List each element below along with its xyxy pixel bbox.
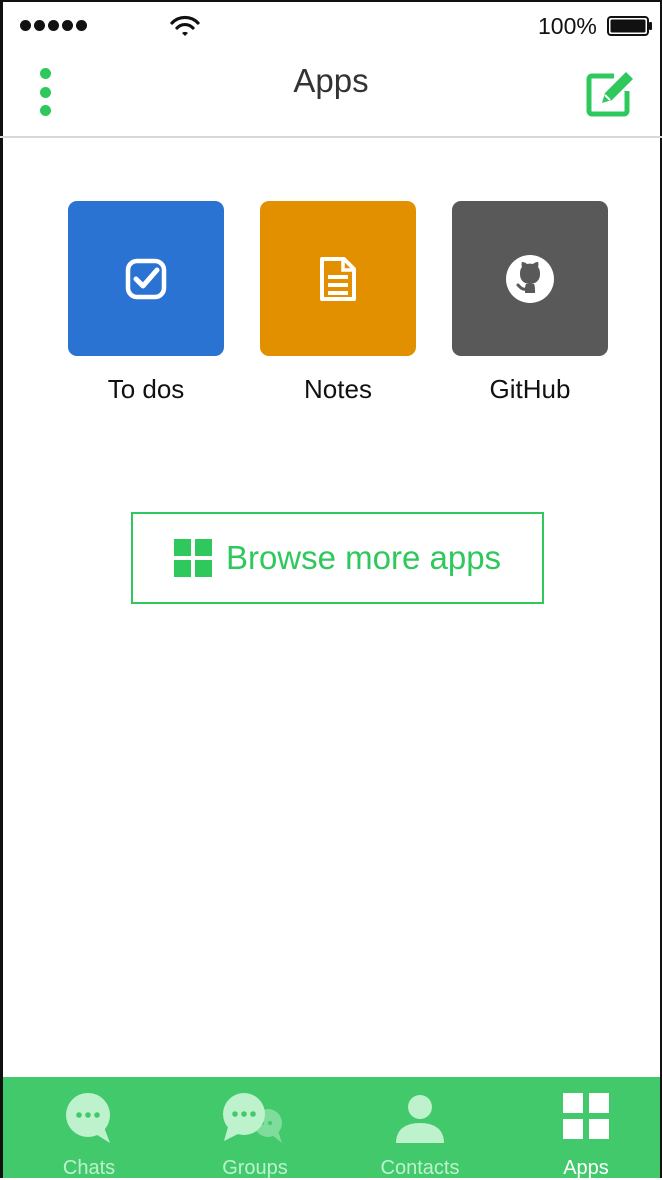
browse-more-apps-button[interactable]: Browse more apps <box>131 512 544 604</box>
app-tile-todos[interactable]: To dos <box>68 201 224 405</box>
app-tile-notes[interactable]: Notes <box>260 201 416 405</box>
compose-icon <box>586 72 633 117</box>
app-grid: To dos Notes GitHub <box>68 201 608 411</box>
tab-bar: Chats Groups Contacts Apps <box>3 1077 661 1179</box>
github-icon <box>506 254 554 303</box>
note-icon <box>320 256 356 301</box>
tab-groups[interactable]: Groups <box>180 1077 330 1179</box>
chat-bubble-icon <box>66 1093 110 1143</box>
signal-strength-icon <box>20 20 87 31</box>
compose-button[interactable] <box>584 65 638 119</box>
browse-button-label: Browse more apps <box>225 539 502 576</box>
tab-label: Apps <box>563 1157 609 1179</box>
app-label: GitHub <box>489 374 571 404</box>
wifi-icon <box>170 15 200 36</box>
tab-chats[interactable]: Chats <box>14 1077 164 1179</box>
tab-label: Chats <box>62 1157 116 1179</box>
grid-icon <box>173 539 212 577</box>
app-label: Notes <box>304 374 372 404</box>
tab-label: Groups <box>222 1157 288 1179</box>
page-title: Apps <box>293 62 369 99</box>
app-label: To dos <box>107 374 185 404</box>
app-icon-box <box>260 201 416 356</box>
app-tile-github[interactable]: GitHub <box>452 201 608 405</box>
app-icon-box <box>452 201 608 356</box>
battery-icon <box>607 16 652 36</box>
checkbox-icon <box>125 258 167 299</box>
group-chat-icon <box>223 1093 282 1143</box>
navigation-bar: Apps <box>0 50 662 138</box>
status-bar: 100% <box>0 0 662 50</box>
tab-label: Contacts <box>380 1157 460 1179</box>
person-icon <box>396 1095 444 1143</box>
tab-apps[interactable]: Apps <box>511 1077 661 1179</box>
app-icon-box <box>68 201 224 356</box>
grid-icon <box>563 1093 609 1139</box>
battery-percent: 100% <box>538 13 597 39</box>
tab-contacts[interactable]: Contacts <box>345 1077 495 1179</box>
